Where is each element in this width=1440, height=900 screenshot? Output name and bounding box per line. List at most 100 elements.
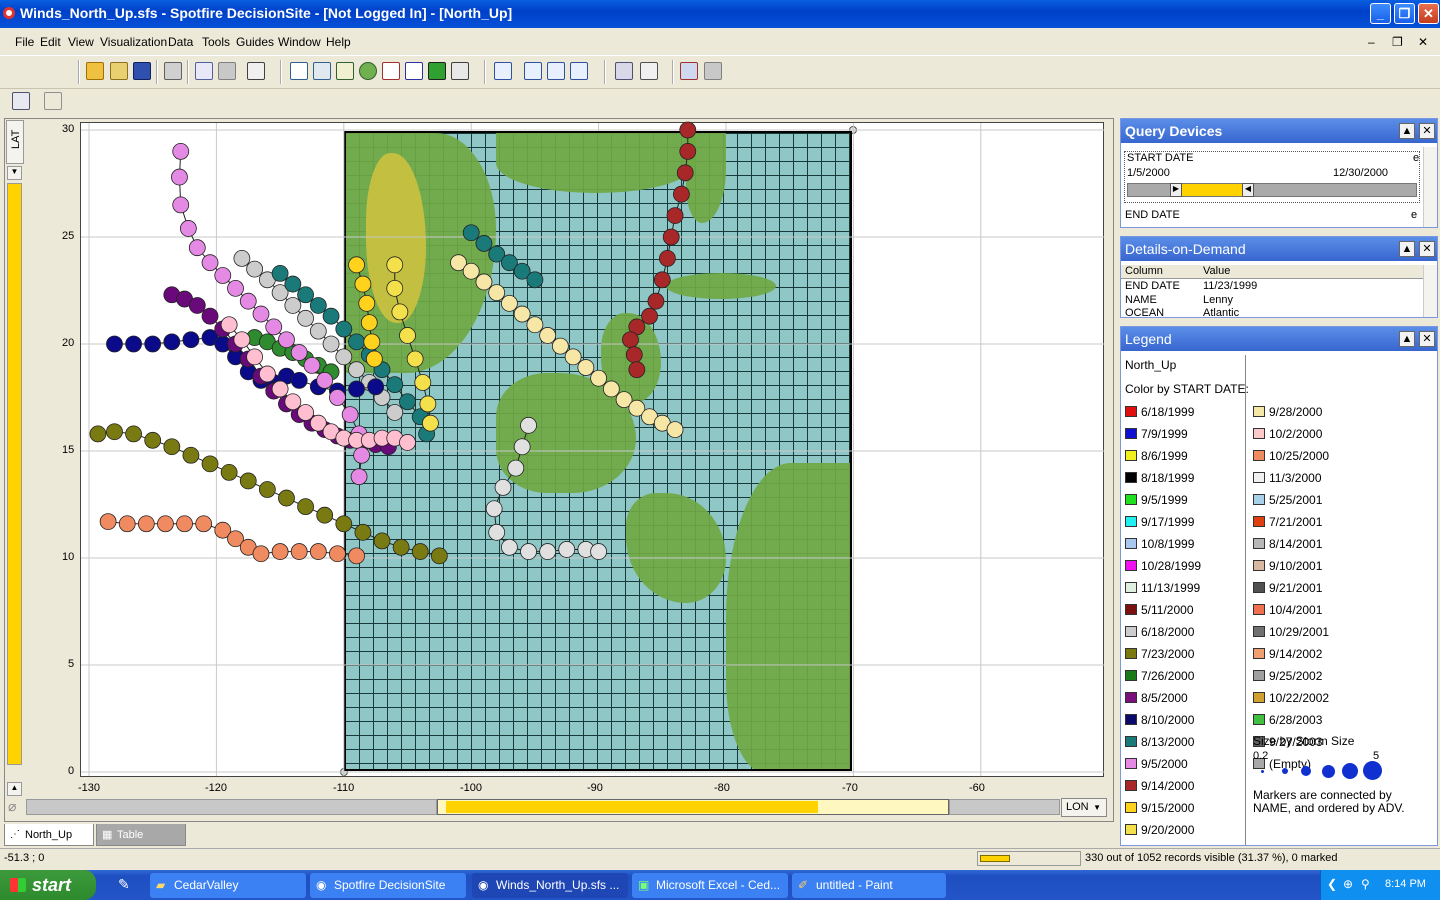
x-slider-track[interactable] [26,799,437,815]
collapse-up-icon[interactable]: ▲ [1399,331,1415,347]
legend-size-by: Size by Storm Size [1253,734,1355,748]
legend-item[interactable]: 7/9/1999 [1125,427,1188,441]
close-icon[interactable]: ✕ [1419,331,1435,347]
legend-item[interactable]: 9/5/1999 [1125,493,1188,507]
legend-item[interactable]: 8/14/2001 [1253,537,1322,551]
start-date-menu-icon[interactable]: e [1413,152,1419,164]
restore-button[interactable]: ❐ [1394,3,1415,24]
storm-point [348,361,365,379]
query-scrollbar[interactable] [1423,147,1437,227]
x-slider-track[interactable] [949,799,1060,815]
legend-item[interactable]: 7/23/2000 [1125,647,1194,661]
storm-point [316,371,334,389]
task-excel[interactable]: ▣ Microsoft Excel - Ced... [632,873,788,898]
legend-item[interactable]: 9/17/1999 [1125,515,1194,529]
storm-point [297,498,314,516]
legend-item[interactable]: 9/25/2002 [1253,669,1322,683]
network-icon[interactable]: ⊕ [1343,877,1353,891]
minimize-button[interactable]: _ [1370,3,1391,24]
legend-item[interactable]: 9/5/2000 [1125,757,1188,771]
legend-item[interactable]: 5/25/2001 [1253,493,1322,507]
task-winds-north-up[interactable]: ◉ Winds_North_Up.sfs ... [472,873,628,898]
legend-item[interactable]: 10/2/2000 [1253,427,1322,441]
x-range-slider[interactable] [437,799,949,815]
legend-item[interactable]: 9/10/2001 [1253,559,1322,573]
legend-item-label: 8/5/2000 [1141,691,1188,705]
legend-item[interactable]: 10/4/2001 [1253,603,1322,617]
storm-point [106,423,123,441]
x-axis-label: LON [1066,801,1089,813]
legend-item[interactable]: 8/10/2000 [1125,713,1194,727]
start-button[interactable]: start [0,870,96,900]
legend-item-label: 9/5/2000 [1141,757,1188,771]
legend-item[interactable]: 7/21/2001 [1253,515,1322,529]
range-handle-right[interactable]: ◀ [1242,183,1254,197]
storm-point [227,279,244,297]
tab-table[interactable]: ▦ Table [96,824,186,846]
legend-item[interactable]: 9/28/2000 [1253,405,1322,419]
mdi-close-icon[interactable]: ✕ [1418,35,1428,49]
close-icon[interactable]: ✕ [1419,123,1435,139]
legend-item[interactable]: 10/25/2000 [1253,449,1329,463]
legend-item[interactable]: 7/26/2000 [1125,669,1194,683]
legend-item[interactable]: 9/14/2000 [1125,779,1194,793]
details-scrollbar[interactable] [1423,265,1437,317]
x-axis-selector[interactable]: LON ▼ [1061,798,1107,817]
legend-item[interactable]: 10/22/2002 [1253,691,1329,705]
legend-item[interactable]: 11/13/1999 [1125,581,1200,595]
start-date-range-track[interactable]: ▶ ◀ [1127,183,1417,197]
spotfire-icon: ◉ [478,878,489,892]
legend-item[interactable]: 11/3/2000 [1253,471,1322,485]
storm-tracks[interactable] [0,0,1114,800]
legend-item[interactable]: 10/29/2001 [1253,625,1329,639]
end-date-menu-icon[interactable]: e [1411,209,1417,221]
start-date-label: START DATE [1127,152,1194,164]
legend-item[interactable]: 8/18/1999 [1125,471,1194,485]
task-spotfire[interactable]: ◉ Spotfire DecisionSite [310,873,466,898]
quick-launch-icon[interactable]: ✎ [118,876,130,893]
storm-point [430,547,448,565]
legend-item[interactable]: 8/6/1999 [1125,449,1188,463]
clock[interactable]: 8:14 PM [1385,878,1426,890]
legend-item-label: 8/14/2001 [1269,537,1323,551]
range-fill[interactable] [1182,184,1242,196]
tab-north-up[interactable]: ⋰ North_Up [4,824,94,846]
legend-swatch [1125,560,1137,571]
legend-item[interactable]: 10/8/1999 [1125,537,1194,551]
start-date-slider-device[interactable]: START DATE e 1/5/2000 12/30/2000 ▶ ◀ [1124,151,1420,203]
legend-item[interactable]: 9/14/2002 [1253,647,1322,661]
legend-item[interactable]: 9/20/2000 [1125,823,1194,837]
storm-point [526,316,544,334]
legend-item[interactable]: 10/28/1999 [1125,559,1201,573]
legend-item[interactable]: 8/5/2000 [1125,691,1188,705]
close-button[interactable]: ✕ [1418,3,1439,24]
legend-color-by: Color by START DATE: [1125,382,1249,396]
storm-point [290,543,308,560]
range-handle-left[interactable]: ▶ [1170,183,1182,197]
x-slider-fill[interactable] [446,801,818,813]
wireless-icon[interactable]: ⚲ [1361,877,1370,891]
task-cedarvalley[interactable]: ▰ CedarValley [150,873,306,898]
paperclip-icon[interactable]: ⌀ [8,798,24,816]
legend-item[interactable]: 9/15/2000 [1125,801,1194,815]
close-icon[interactable]: ✕ [1419,241,1435,257]
collapse-up-icon[interactable]: ▲ [1399,241,1415,257]
tray-expand-icon[interactable]: ❮ [1327,877,1337,891]
mdi-minimize-icon[interactable]: – [1368,35,1375,49]
legend-item-label: 10/4/2001 [1269,603,1323,617]
status-bar: -51.3 ; 0 330 out of 1052 records visibl… [0,848,1440,868]
task-paint[interactable]: ✐ untitled - Paint [792,873,946,898]
storm-point [628,361,646,379]
legend-item[interactable]: 9/21/2001 [1253,581,1322,595]
legend-item[interactable]: 6/28/2003 [1253,713,1322,727]
details-column-header: Column [1125,265,1163,277]
legend-item[interactable]: 6/18/2000 [1125,625,1194,639]
legend-item[interactable]: 8/13/2000 [1125,735,1194,749]
task-label: Microsoft Excel - Ced... [656,878,781,892]
collapse-up-icon[interactable]: ▲ [1399,123,1415,139]
legend-swatch [1125,428,1137,439]
legend-item[interactable]: 5/11/2000 [1125,603,1194,617]
legend-item-label: 9/20/2000 [1141,823,1195,837]
legend-item[interactable]: 6/18/1999 [1125,405,1194,419]
mdi-restore-icon[interactable]: ❐ [1392,35,1403,49]
